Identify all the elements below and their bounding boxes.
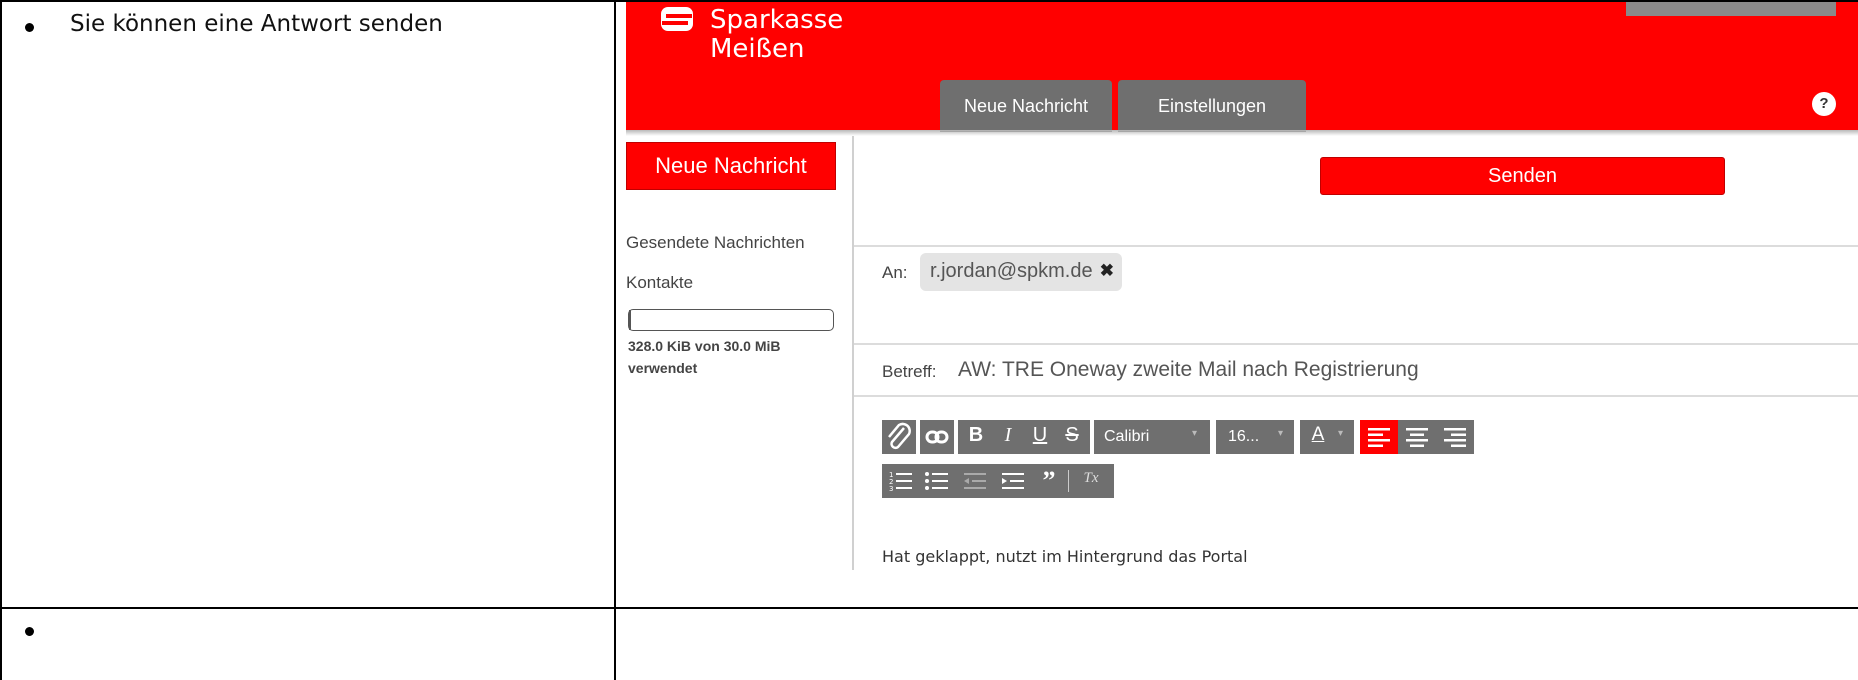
brand-name: Sparkasse Meißen [710,6,843,64]
divider [854,245,1858,247]
bullet-icon [25,23,34,32]
bold-button[interactable]: B [962,424,990,447]
list-group: 1 2 3 ” Tx [882,464,1114,498]
app-header: Sparkasse Meißen Neue Nachricht Einstell… [626,2,1858,132]
align-left-button[interactable] [1360,420,1398,454]
strikethrough-button[interactable]: S [1058,424,1086,447]
brand-line-1: Sparkasse [710,5,844,35]
chevron-down-icon: ▾ [1278,428,1284,439]
text-color-icon: A [1311,424,1325,445]
brand-line-2: Meißen [710,34,805,64]
indent-icon[interactable] [998,466,1028,496]
svg-text:3: 3 [889,485,893,493]
divider [854,343,1858,345]
sparkasse-logo-icon [661,7,693,31]
align-group [1360,420,1474,454]
link-button[interactable] [920,420,954,454]
table-row-divider [0,607,1858,609]
font-family-value: Calibri [1104,428,1150,445]
message-body[interactable]: Hat geklappt, nutzt im Hintergrund das P… [882,547,1248,566]
subject-label: Betreff: [882,362,937,381]
font-size-select[interactable]: 16... ▾ [1216,420,1294,454]
italic-button[interactable]: I [994,424,1022,447]
font-family-select[interactable]: Calibri ▾ [1094,420,1210,454]
storage-quota-fill [629,310,632,330]
align-right-button[interactable] [1436,420,1474,454]
table-border-middle [614,0,616,680]
help-icon[interactable]: ? [1812,92,1836,116]
remove-recipient-icon[interactable]: ✖ [1100,261,1114,281]
compose-panel-border [852,136,854,570]
recipient-chip[interactable]: r.jordan@spkm.de ✖ [920,253,1122,291]
chevron-down-icon: ▾ [1192,428,1198,439]
clear-format-icon[interactable]: Tx [1076,470,1106,487]
user-menu[interactable] [1626,2,1836,16]
outdent-icon[interactable] [960,466,990,496]
storage-quota-text: 328.0 KiB von 30.0 MiB verwendet [628,338,781,376]
align-center-icon [1406,428,1428,447]
align-right-icon [1444,428,1466,447]
divider [854,395,1858,397]
to-label: An: [882,263,908,282]
paperclip-icon [888,422,911,450]
sidebar-item-sent[interactable]: Gesendete Nachrichten [626,233,805,253]
align-center-button[interactable] [1398,420,1436,454]
format-group: B I U S [958,420,1090,454]
blockquote-icon[interactable]: ” [1036,466,1062,496]
storage-quota-bar [628,309,834,331]
link-icon [925,430,949,444]
chevron-down-icon: ▾ [1338,428,1344,439]
underline-button[interactable]: U [1026,424,1054,447]
bullet-icon [25,627,34,636]
row1-text: Sie können eine Antwort senden [70,11,443,37]
tab-einstellungen[interactable]: Einstellungen [1118,80,1306,132]
webmail-screenshot: Sparkasse Meißen Neue Nachricht Einstell… [626,2,1858,570]
tab-neue-nachricht[interactable]: Neue Nachricht [940,80,1112,132]
sidebar-item-contacts[interactable]: Kontakte [626,273,693,293]
attach-button[interactable] [882,420,916,454]
numbered-list-icon[interactable]: 1 2 3 [886,466,916,496]
send-button[interactable]: Senden [1320,157,1725,195]
toolbar-separator [1068,470,1069,492]
table-border-left [0,0,2,680]
header-shadow [626,130,1858,136]
bulleted-list-icon[interactable] [922,466,952,496]
align-left-icon [1368,428,1390,447]
recipient-address: r.jordan@spkm.de [930,260,1093,282]
text-color-button[interactable]: A ▾ [1300,420,1354,454]
subject-field[interactable]: AW: TRE Oneway zweite Mail nach Registri… [958,358,1419,382]
new-message-button[interactable]: Neue Nachricht [626,142,836,190]
font-size-value: 16... [1228,428,1260,445]
